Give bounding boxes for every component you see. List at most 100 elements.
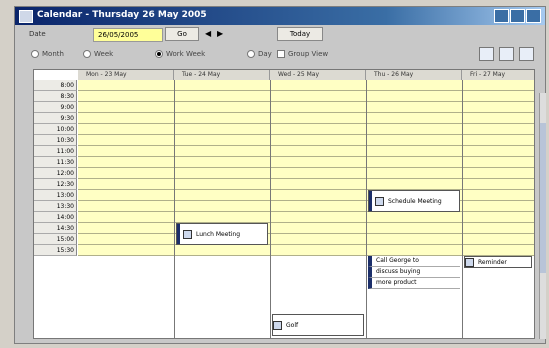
time-slot[interactable] (78, 190, 174, 201)
time-slot[interactable] (462, 223, 534, 234)
time-slot[interactable] (270, 179, 366, 190)
group-view-checkbox[interactable]: Group View (277, 50, 328, 58)
time-slot[interactable] (462, 201, 534, 212)
time-slot[interactable] (78, 157, 174, 168)
time-slot[interactable] (78, 102, 174, 113)
appointment-golf[interactable]: Golf (272, 314, 364, 336)
time-slot[interactable] (270, 168, 366, 179)
time-slot[interactable] (366, 91, 462, 102)
time-slot[interactable] (270, 212, 366, 223)
time-slot[interactable] (174, 124, 270, 135)
time-slot[interactable] (462, 146, 534, 157)
time-slot[interactable] (174, 157, 270, 168)
new-appointment-icon[interactable] (479, 47, 494, 61)
time-slot[interactable] (78, 212, 174, 223)
date-input[interactable]: 26/05/2005 (93, 28, 163, 42)
time-slot[interactable] (366, 102, 462, 113)
time-slot[interactable] (174, 146, 270, 157)
time-slot[interactable] (78, 223, 174, 234)
time-slot[interactable] (270, 234, 366, 245)
appointment-call-george-line3[interactable]: more product (368, 278, 460, 289)
time-slot[interactable] (78, 135, 174, 146)
time-slot[interactable] (270, 245, 366, 256)
time-slot[interactable] (78, 234, 174, 245)
time-slot[interactable] (462, 168, 534, 179)
time-slot[interactable] (366, 234, 462, 245)
time-slot[interactable] (366, 157, 462, 168)
time-slot[interactable] (270, 91, 366, 102)
time-slot[interactable] (174, 102, 270, 113)
time-slot[interactable] (462, 234, 534, 245)
time-slot[interactable] (462, 179, 534, 190)
time-slot[interactable] (462, 80, 534, 91)
time-slot[interactable] (174, 168, 270, 179)
time-slot[interactable] (174, 80, 270, 91)
time-slot[interactable] (174, 245, 270, 256)
time-slot[interactable] (174, 113, 270, 124)
time-slot[interactable] (462, 91, 534, 102)
time-slot[interactable] (366, 135, 462, 146)
time-slot[interactable] (78, 245, 174, 256)
time-slot[interactable] (462, 102, 534, 113)
calendar-view-icon[interactable] (499, 47, 514, 61)
time-slot[interactable] (78, 168, 174, 179)
time-slot[interactable] (270, 135, 366, 146)
time-slot[interactable] (78, 113, 174, 124)
time-slot[interactable] (270, 80, 366, 91)
time-slot[interactable] (462, 113, 534, 124)
appointment-lunch-meeting[interactable]: Lunch Meeting (176, 223, 268, 245)
time-slot[interactable] (270, 102, 366, 113)
time-slot[interactable] (174, 91, 270, 102)
appointment-call-george-line2[interactable]: discuss buying (368, 267, 460, 278)
minimize-button[interactable] (494, 9, 509, 23)
time-slot[interactable] (366, 113, 462, 124)
next-arrow-icon[interactable]: ▶ (217, 29, 223, 38)
previous-arrow-icon[interactable]: ◀ (205, 29, 211, 38)
print-icon[interactable] (519, 47, 534, 61)
time-slot[interactable] (366, 146, 462, 157)
time-slot[interactable] (270, 223, 366, 234)
maximize-button[interactable] (510, 9, 525, 23)
time-slot[interactable] (462, 157, 534, 168)
time-slot[interactable] (462, 190, 534, 201)
time-slot[interactable] (174, 212, 270, 223)
time-slot[interactable] (366, 124, 462, 135)
time-slot[interactable] (174, 201, 270, 212)
time-slot[interactable] (78, 91, 174, 102)
time-slot[interactable] (78, 80, 174, 91)
go-button[interactable]: Go (165, 27, 199, 41)
time-slot[interactable] (270, 124, 366, 135)
radio-week[interactable]: Week (83, 50, 113, 58)
time-slot[interactable] (78, 201, 174, 212)
time-slot[interactable] (462, 124, 534, 135)
time-slot[interactable] (366, 80, 462, 91)
time-slot[interactable] (366, 212, 462, 223)
time-slot[interactable] (78, 179, 174, 190)
time-slot[interactable] (270, 113, 366, 124)
time-slot[interactable] (270, 146, 366, 157)
appointment-reminder[interactable]: Reminder (464, 256, 532, 268)
time-slot[interactable] (78, 146, 174, 157)
scroll-thumb[interactable] (540, 123, 546, 273)
time-slot[interactable] (174, 179, 270, 190)
time-slot[interactable] (270, 157, 366, 168)
close-button[interactable] (526, 9, 541, 23)
time-slot[interactable] (174, 135, 270, 146)
radio-day[interactable]: Day (247, 50, 272, 58)
appointment-schedule-meeting[interactable]: Schedule Meeting (368, 190, 460, 212)
radio-work-week[interactable]: Work Week (155, 50, 205, 58)
time-slot[interactable] (270, 201, 366, 212)
time-slot[interactable] (174, 190, 270, 201)
time-slot[interactable] (462, 245, 534, 256)
vertical-scrollbar[interactable] (539, 93, 546, 339)
time-slot[interactable] (462, 212, 534, 223)
time-slot[interactable] (366, 179, 462, 190)
time-slot[interactable] (78, 124, 174, 135)
time-slot[interactable] (462, 135, 534, 146)
time-slot[interactable] (366, 245, 462, 256)
appointment-call-george[interactable]: Call George to (368, 256, 460, 267)
today-button[interactable]: Today (277, 27, 323, 41)
time-slot[interactable] (270, 190, 366, 201)
radio-month[interactable]: Month (31, 50, 64, 58)
time-slot[interactable] (366, 223, 462, 234)
